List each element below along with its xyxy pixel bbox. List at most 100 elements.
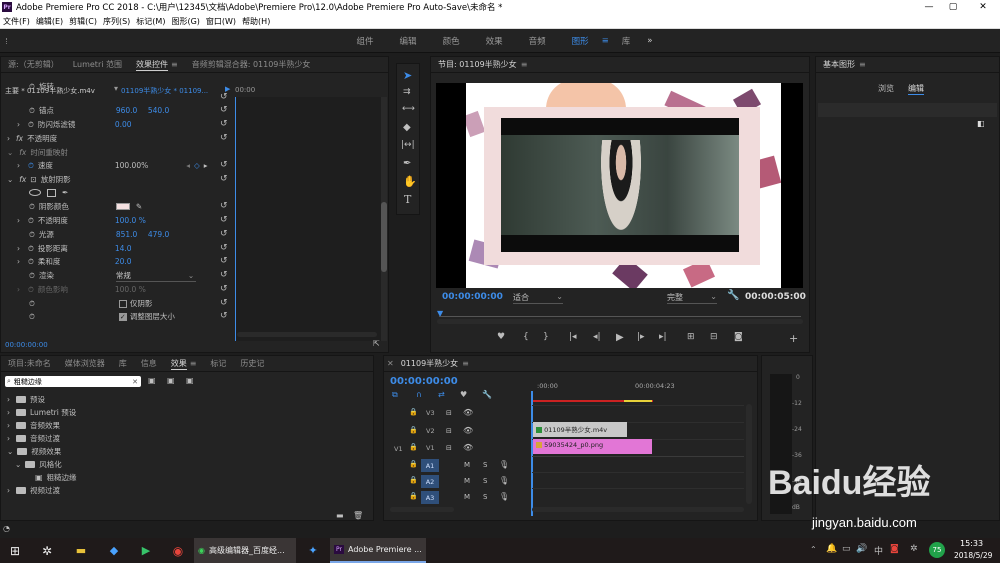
fit-dropdown[interactable]: 适合 ⌄ [513,292,563,304]
menu-graphics[interactable]: 图形(G) [168,16,202,27]
rectangle-mask-icon[interactable] [47,188,56,197]
subtab-edit[interactable]: 编辑 [908,83,924,95]
menu-clip[interactable]: 剪辑(C) [66,16,100,27]
solo-button[interactable]: S [483,477,487,485]
master-dropdown-icon[interactable]: ▾ [114,84,118,93]
pen-icon[interactable]: ✒ [403,158,411,169]
tab-info[interactable]: 信息 [141,358,157,369]
eye-icon[interactable]: 👁 [463,443,473,452]
program-timecode-in[interactable]: 00:00:00:00 [442,292,503,302]
yuv-effects-icon[interactable]: ▣ [186,376,194,385]
reset-icon[interactable]: ↺ [220,160,228,170]
add-marker-icon[interactable]: ♥ [460,390,467,399]
slip-icon[interactable]: |↔| [401,140,415,150]
reset-icon[interactable]: ↺ [220,229,228,239]
sync-lock-icon[interactable]: ⊟ [446,444,452,452]
layers-list[interactable] [818,103,997,117]
menu-help[interactable]: 帮助(H) [239,16,273,27]
chevron-right-icon[interactable]: › [7,395,10,404]
mute-button[interactable]: M [464,493,470,501]
anchor-y-value[interactable]: 540.0 [148,106,169,115]
eye-icon[interactable]: 👁 [463,408,473,417]
chevron-down-icon[interactable]: ⌄ [7,175,13,184]
softness-value[interactable]: 20.0 [115,257,132,266]
reset-icon[interactable]: ↺ [220,243,228,253]
tab-markers[interactable]: 标记 [210,358,226,369]
stopwatch-icon[interactable]: ⏱ [29,106,35,116]
new-layer-icon[interactable]: ◧ [977,119,985,128]
app-icon[interactable]: ◆ [98,538,130,563]
lock-icon[interactable]: 🔒 [409,460,418,468]
menu-sequence[interactable]: 序列(S) [100,16,133,27]
export-icon[interactable]: ⇱ [373,339,380,348]
shadow-opacity-value[interactable]: 100.0 % [115,216,146,225]
mark-in-icon[interactable]: { [523,332,529,342]
taskbar-app-premiere[interactable]: Pr Adobe Premiere ... [330,538,426,563]
hand-icon[interactable]: ✋ [403,175,417,188]
go-to-out-icon[interactable]: ▸| [659,332,667,342]
zoom-scroll-bar[interactable] [437,319,803,324]
tab-effects[interactable]: 效果 [170,358,187,370]
tab-history[interactable]: 历史记 [240,358,264,369]
effect-controls-timecode[interactable]: 00:00:00:00 [5,341,48,349]
microphone-icon[interactable]: 🎙 [499,460,509,469]
ripple-edit-icon[interactable]: ⟷ [402,104,415,114]
chevron-right-icon[interactable]: › [17,120,20,129]
tray-badge[interactable]: 75 [929,542,945,558]
menu-file[interactable]: 文件(F) [0,16,33,27]
chevron-down-icon[interactable]: ⌄ [7,148,13,157]
tab-sequence[interactable]: 01109半熟少女 [401,358,458,369]
tray-app-icon[interactable]: ◙ [890,544,899,554]
extract-icon[interactable]: ⊟ [710,332,718,342]
stopwatch-icon[interactable]: ⏱ [29,312,35,322]
settings-wrench-icon[interactable]: 🔧 [482,390,492,399]
tree-item[interactable]: › 音频效果 [1,419,60,432]
reset-icon[interactable]: ↺ [220,215,228,225]
lock-icon[interactable]: 🔒 [409,476,418,484]
delete-icon[interactable]: 🗑 [353,511,363,520]
new-bin-icon[interactable]: ▬ [336,511,344,520]
timeline-zoom-bar[interactable] [532,507,744,512]
timeline-clip-v1[interactable]: 59035424_p0.png [533,439,652,454]
ellipse-mask-icon[interactable] [29,189,41,196]
play-button[interactable]: ▶ [616,332,624,343]
tab-audio-clip-mixer[interactable]: 音频剪辑混合器: 01109半熟少女 [192,59,311,70]
close-tab-icon[interactable]: ✕ [387,359,394,368]
chevron-right-icon[interactable]: › [7,408,10,417]
mute-button[interactable]: M [464,477,470,485]
tray-app-icon[interactable]: ✲ [910,544,918,554]
lock-icon[interactable]: 🔒 [409,443,418,451]
lift-icon[interactable]: ⊞ [687,332,695,342]
tab-effect-controls[interactable]: 效果控件 [136,59,168,71]
prev-keyframe-icon[interactable]: ◂ [186,161,190,170]
stopwatch-icon[interactable]: ⏱ [29,271,35,281]
tree-item[interactable]: ⌄ 视频效果 [1,445,61,458]
tab-menu-icon[interactable]: ≡ [171,60,178,69]
export-frame-icon[interactable]: ◙ [734,332,743,342]
workspace-editing[interactable]: 编辑 [400,35,417,47]
network-icon[interactable]: ▭ [842,544,851,554]
mini-timeline[interactable] [235,97,383,341]
reset-icon[interactable]: ↺ [220,105,228,115]
stopwatch-icon[interactable]: ⏱ [28,216,34,226]
stopwatch-icon[interactable]: ⏱ [29,230,35,240]
reset-icon[interactable]: ↺ [220,311,228,321]
workspace-more-button[interactable]: » [647,36,652,46]
clock-time[interactable]: 15:33 [960,539,983,548]
timeline-clip-v2[interactable]: 01109半熟少女.m4v [533,422,627,437]
accelerated-effects-icon[interactable]: ▣ [148,376,156,385]
effects-search-input[interactable]: ⌕ 粗糙边缘 ✕ [5,376,141,387]
linked-selection-icon[interactable]: ⇄ [438,390,445,399]
shadow-only-checkbox[interactable] [118,299,127,308]
mute-button[interactable]: M [464,461,470,469]
snap-icon[interactable]: ∩ [416,390,422,399]
tree-item[interactable]: › 音频过渡 [1,432,60,445]
reset-icon[interactable]: ↺ [220,298,228,308]
timeline-timecode[interactable]: 00:00:00:00 [390,376,458,387]
reset-icon[interactable]: ↺ [220,119,228,129]
lock-icon[interactable]: 🔒 [409,492,418,500]
lock-icon[interactable]: 🔒 [409,426,418,434]
stopwatch-icon[interactable]: ⏱ [29,299,35,309]
microphone-icon[interactable]: 🎙 [499,492,509,501]
chevron-down-icon[interactable]: ⌄ [7,447,13,456]
